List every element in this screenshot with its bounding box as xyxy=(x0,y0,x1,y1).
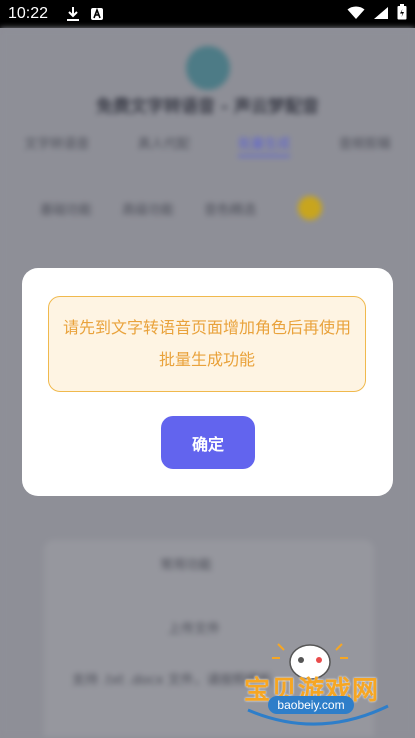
dialog-message: 请先到文字转语音页面增加角色后再使用批量生成功能 xyxy=(62,318,351,369)
subtab-advanced[interactable]: 高级功能 xyxy=(122,199,174,218)
tab-text-to-speech[interactable]: 文字转语音 xyxy=(24,133,89,157)
main-tabs: 文字转语音 真人代配 批量生成 音频剪辑 xyxy=(0,133,415,157)
tab-human-dubbing[interactable]: 真人代配 xyxy=(138,133,190,157)
page-title: 免费文字转语音 - 声云梦配音 xyxy=(96,97,319,117)
tab-batch-generate[interactable]: 批量生成 xyxy=(238,133,291,157)
subtab-voices[interactable]: 音色精选 xyxy=(204,199,256,218)
confirm-button[interactable]: 确定 xyxy=(161,416,255,469)
subtab-basic[interactable]: 基础功能 xyxy=(40,199,92,218)
sub-tabs: 基础功能 高级功能 音色精选 xyxy=(40,196,323,220)
upload-file-button[interactable]: 上传文件 xyxy=(168,618,220,637)
notice-box: 请先到文字转语音页面增加角色后再使用批量生成功能 xyxy=(48,296,366,392)
download-icon xyxy=(66,6,80,22)
site-watermark: 宝贝游戏网 baobeiy.com xyxy=(238,640,413,734)
alert-dialog: 请先到文字转语音页面增加角色后再使用批量生成功能 确定 xyxy=(22,268,393,496)
status-bar: 10:22 xyxy=(0,0,415,28)
coin-icon[interactable] xyxy=(298,196,323,220)
app-logo xyxy=(186,46,230,90)
common-functions-label: 常用功能 xyxy=(160,558,213,573)
status-time: 10:22 xyxy=(8,5,49,22)
signal-icon xyxy=(373,5,389,24)
battery-icon xyxy=(397,4,407,24)
tab-audio-edit[interactable]: 音频剪辑 xyxy=(339,133,391,157)
wifi-icon xyxy=(347,5,365,24)
watermark-url: baobeiy.com xyxy=(268,696,354,714)
a-box-icon xyxy=(90,7,104,21)
